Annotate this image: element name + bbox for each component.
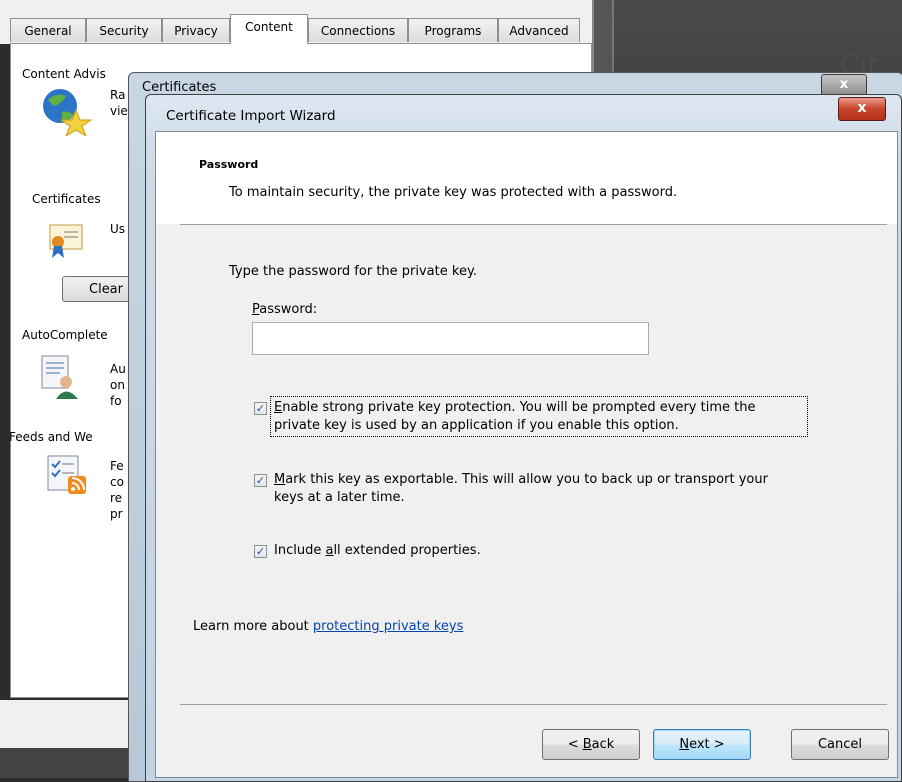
autocomplete-text-2: on bbox=[110, 378, 125, 392]
feeds-text-3: re bbox=[110, 491, 123, 505]
include-extended-properties-checkbox[interactable]: ✓ bbox=[254, 545, 267, 558]
content-advisor-text-1: Ra bbox=[110, 88, 126, 102]
password-input[interactable] bbox=[252, 322, 649, 355]
mark-exportable-checkbox[interactable]: ✓ bbox=[254, 474, 267, 487]
certificate-icon bbox=[49, 224, 83, 258]
feeds-text-4: pr bbox=[110, 507, 123, 521]
mark-exportable-label-line1: Mark this key as exportable. This will a… bbox=[274, 471, 768, 488]
next-rest: ext > bbox=[689, 737, 725, 752]
learn-more-text: Learn more about protecting private keys bbox=[193, 619, 463, 634]
wizard-close-button[interactable]: x bbox=[838, 97, 886, 121]
certificates-text: Us bbox=[110, 222, 126, 236]
wizard-header-panel bbox=[156, 132, 897, 224]
tab-content[interactable]: Content bbox=[230, 14, 308, 44]
header-divider bbox=[180, 224, 887, 225]
tab-privacy[interactable]: Privacy bbox=[162, 18, 230, 42]
enable-strong-protection-label-line2: private key is used by an application if… bbox=[274, 418, 679, 433]
option3-rest: ll extended properties. bbox=[333, 543, 481, 558]
password-label: Password: bbox=[252, 302, 317, 317]
protecting-private-keys-link[interactable]: protecting private keys bbox=[313, 619, 463, 634]
feeds-group-label: Feeds and We bbox=[9, 430, 93, 444]
tab-general[interactable]: General bbox=[10, 18, 86, 42]
option3-pre: Include bbox=[274, 543, 326, 558]
back-button[interactable]: < Back bbox=[542, 729, 640, 760]
back-accel: B bbox=[582, 737, 592, 752]
content-advisor-text-2: vie bbox=[110, 104, 128, 118]
next-button[interactable]: Next > bbox=[653, 729, 751, 760]
option2-line1: ark this key as exportable. This will al… bbox=[285, 472, 768, 487]
password-label-rest: assword: bbox=[259, 302, 318, 317]
cancel-button[interactable]: Cancel bbox=[791, 729, 889, 760]
option1-accel: E bbox=[274, 400, 283, 415]
tab-programs[interactable]: Programs bbox=[408, 18, 498, 42]
page-heading: Password bbox=[199, 158, 259, 171]
tab-security[interactable]: Security bbox=[86, 18, 162, 42]
globe-star-icon bbox=[43, 89, 92, 136]
include-extended-properties-label: Include all extended properties. bbox=[274, 542, 481, 559]
feeds-text-1: Fe bbox=[110, 459, 124, 473]
autocomplete-group-label: AutoComplete bbox=[22, 328, 108, 342]
autocomplete-text-3: fo bbox=[110, 394, 122, 408]
next-accel: N bbox=[679, 737, 690, 752]
footer-divider bbox=[180, 704, 887, 705]
wizard-client-area bbox=[155, 131, 898, 778]
content-advisor-group-label: Content Advis bbox=[22, 67, 106, 81]
certificates-close-button[interactable]: x bbox=[821, 74, 867, 96]
password-instruction: Type the password for the private key. bbox=[229, 264, 477, 279]
autocomplete-user-icon bbox=[41, 355, 78, 399]
back-prefix: < bbox=[567, 737, 583, 752]
page-subheading: To maintain security, the private key wa… bbox=[229, 185, 678, 200]
tab-connections[interactable]: Connections bbox=[308, 18, 408, 42]
back-rest: ack bbox=[591, 737, 615, 752]
autocomplete-text-1: Au bbox=[110, 362, 126, 376]
option1-line1: nable strong private key protection. You… bbox=[282, 400, 756, 415]
certificates-dialog-title: Certificates bbox=[142, 80, 217, 95]
wizard-title: Certificate Import Wizard bbox=[166, 108, 336, 124]
feeds-checklist-icon bbox=[47, 455, 86, 494]
enable-strong-protection-checkbox[interactable]: ✓ bbox=[254, 402, 267, 415]
tab-advanced[interactable]: Advanced bbox=[498, 18, 580, 42]
feeds-text-2: co bbox=[110, 475, 124, 489]
option2-accel: M bbox=[274, 472, 286, 487]
mark-exportable-label-line2: keys at a later time. bbox=[274, 490, 405, 505]
certificates-group-label: Certificates bbox=[32, 192, 101, 206]
learn-more-prefix: Learn more about bbox=[193, 619, 313, 634]
enable-strong-protection-label-line1: Enable strong private key protection. Yo… bbox=[274, 399, 755, 416]
